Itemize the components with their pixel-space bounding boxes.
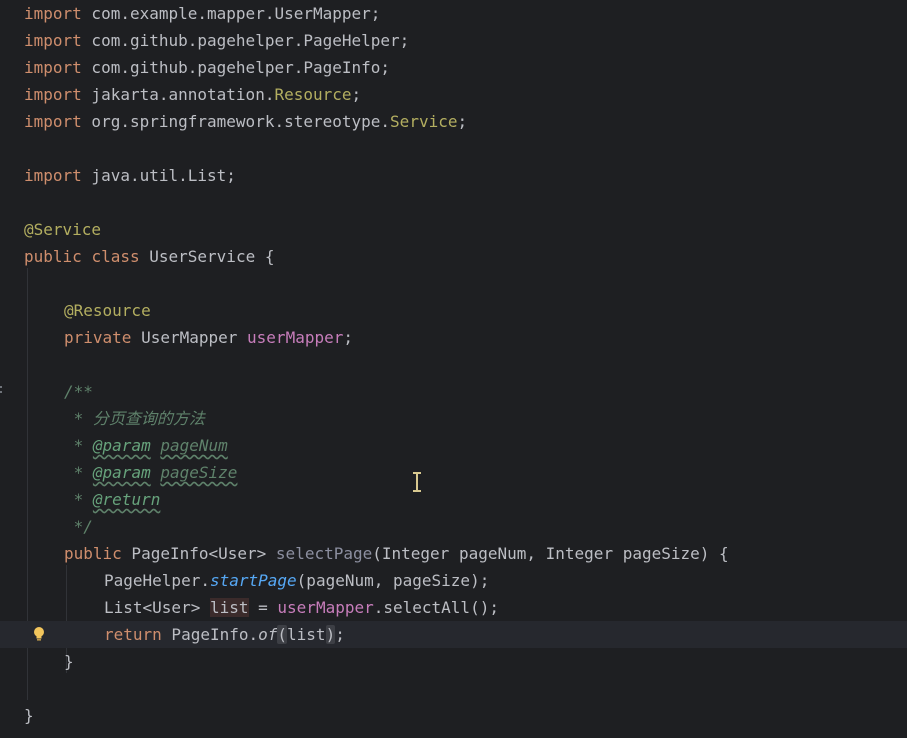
code-line-2[interactable]: import com.github.pagehelper.PageHelper;	[0, 27, 907, 54]
keyword: import	[24, 58, 82, 77]
import-path: jakarta.annotation.	[81, 85, 275, 104]
doc-param-name: pageSize	[160, 463, 238, 482]
doc-space	[151, 463, 161, 482]
doc-tag: @param	[92, 463, 151, 482]
code-line-18[interactable]: * @param pageSize	[0, 459, 907, 486]
method-call: .selectAll();	[373, 598, 499, 617]
code-line-5[interactable]: import org.springframework.stereotype.Se…	[0, 108, 907, 135]
code-line-16[interactable]: * 分页查询的方法	[0, 405, 907, 432]
import-path: com.github.pagehelper.PageHelper;	[81, 31, 410, 50]
import-class: Service	[390, 112, 458, 131]
semicolon: ;	[343, 328, 353, 347]
keyword: import	[24, 31, 82, 50]
class-ref: PageInfo.	[161, 625, 259, 644]
keyword: import	[24, 85, 82, 104]
import-path: java.util.List;	[81, 166, 236, 185]
assign-operator: =	[248, 598, 278, 617]
doc-comment: /**	[64, 382, 93, 401]
return-type: PageInfo<User>	[121, 544, 276, 563]
code-line-23[interactable]: List<User> list = userMapper.selectAll()…	[0, 594, 907, 621]
static-method-call: of	[258, 625, 278, 644]
method-params: (Integer pageNum, Integer pageSize) {	[372, 544, 729, 563]
doc-comment-star: *	[64, 463, 93, 482]
code-line-1[interactable]: import com.example.mapper.UserMapper;	[0, 0, 907, 27]
call-arg: list	[287, 625, 326, 644]
type-name: UserMapper	[131, 328, 248, 347]
code-line-13[interactable]: private UserMapper userMapper;	[0, 324, 907, 351]
keyword: public	[24, 247, 82, 266]
semicolon: ;	[351, 85, 362, 104]
semicolon: ;	[335, 625, 345, 644]
import-path: com.github.pagehelper.PageInfo;	[81, 58, 391, 77]
doc-comment-text: 分页查询的方法	[92, 409, 205, 428]
keyword: import	[24, 4, 82, 23]
code-line-19[interactable]: * @return	[0, 486, 907, 513]
doc-comment-star: *	[64, 409, 93, 428]
type-name: List<User>	[104, 598, 210, 617]
code-line-25[interactable]: }	[0, 648, 907, 675]
code-line-3[interactable]: import com.github.pagehelper.PageInfo;	[0, 54, 907, 81]
code-line-24-current[interactable]: return PageInfo.of(list);	[0, 621, 907, 648]
semicolon: ;	[457, 112, 468, 131]
paren-match: (	[277, 625, 288, 644]
static-method-call: startPage	[209, 571, 297, 590]
import-class: Resource	[274, 85, 352, 104]
keyword: import	[24, 112, 82, 131]
code-line-4[interactable]: import jakarta.annotation.Resource;	[0, 81, 907, 108]
doc-tag: @param	[92, 436, 151, 455]
gutter-fold-marker[interactable]	[0, 381, 3, 393]
annotation: @Service	[24, 220, 102, 239]
keyword: private	[64, 328, 132, 347]
import-path: com.example.mapper.UserMapper;	[81, 4, 381, 23]
code-line-10[interactable]: public class UserService {	[0, 243, 907, 270]
doc-space	[151, 436, 161, 455]
code-line-7[interactable]: import java.util.List;	[0, 162, 907, 189]
lightbulb-icon[interactable]	[32, 626, 46, 642]
field-name: userMapper	[247, 328, 344, 347]
doc-param-name: pageNum	[160, 436, 228, 455]
keyword: class	[91, 247, 140, 266]
field-name: userMapper	[277, 598, 374, 617]
closing-brace: }	[24, 706, 34, 725]
code-line-17[interactable]: * @param pageNum	[0, 432, 907, 459]
doc-tag: @return	[92, 490, 161, 509]
code-line-21[interactable]: public PageInfo<User> selectPage(Integer…	[0, 540, 907, 567]
annotation: @Resource	[64, 301, 151, 320]
code-line-22[interactable]: PageHelper.startPage(pageNum, pageSize);	[0, 567, 907, 594]
code-line-15[interactable]: /**	[0, 378, 907, 405]
call-args: (pageNum, pageSize);	[296, 571, 490, 590]
doc-comment-star: *	[64, 436, 93, 455]
class-ref: PageHelper.	[104, 571, 210, 590]
code-line-9[interactable]: @Service	[0, 216, 907, 243]
local-variable: list	[209, 598, 249, 617]
method-name: selectPage	[275, 544, 373, 563]
keyword: return	[104, 625, 162, 644]
class-declaration: UserService {	[139, 247, 275, 266]
doc-comment-star: *	[64, 490, 93, 509]
doc-comment: */	[64, 517, 93, 536]
text-cursor-icon	[411, 472, 423, 492]
code-line-27[interactable]: }	[0, 702, 907, 729]
keyword: public	[64, 544, 122, 563]
import-path: org.springframework.stereotype.	[81, 112, 391, 131]
code-line-12[interactable]: @Resource	[0, 297, 907, 324]
code-line-20[interactable]: */	[0, 513, 907, 540]
keyword: import	[24, 166, 82, 185]
code-editor[interactable]: import com.example.mapper.UserMapper; im…	[0, 0, 907, 738]
paren-match: )	[325, 625, 336, 644]
closing-brace: }	[64, 652, 74, 671]
